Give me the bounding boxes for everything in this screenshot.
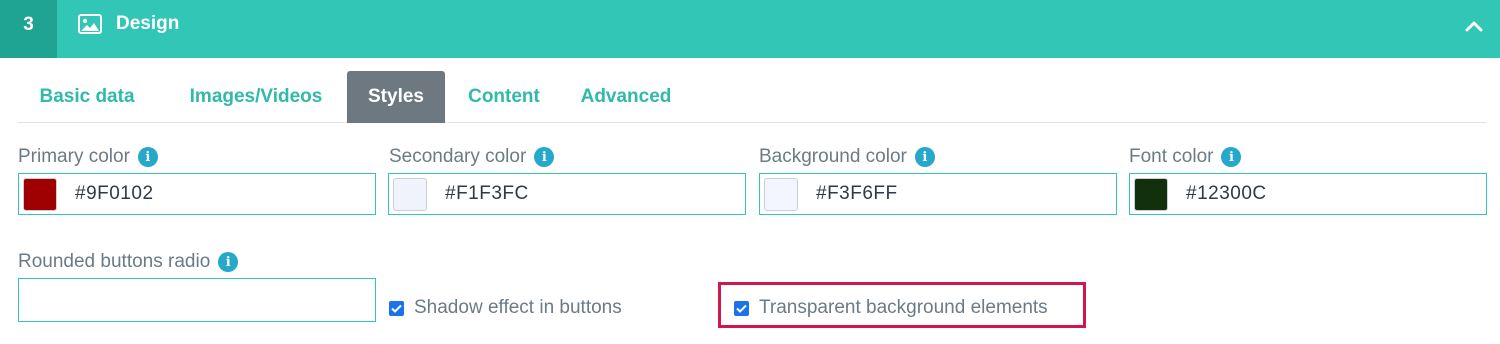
- image-icon: [78, 14, 102, 34]
- rounded-buttons-label-text: Rounded buttons radio: [18, 251, 211, 272]
- background-color-value: #F3F6FF: [816, 183, 898, 204]
- tab-styles[interactable]: Styles: [347, 71, 445, 123]
- shadow-effect-checkbox[interactable]: Shadow effect in buttons: [389, 297, 622, 319]
- info-icon[interactable]: i: [914, 147, 935, 167]
- font-color-swatch[interactable]: [1134, 178, 1168, 211]
- font-color-label-text: Font color: [1129, 146, 1214, 167]
- primary-color-label-text: Primary color: [18, 146, 130, 167]
- secondary-color-label-text: Secondary color: [389, 146, 527, 167]
- background-color-label: Background color i: [759, 146, 935, 168]
- secondary-color-input[interactable]: #F1F3FC: [388, 173, 746, 215]
- secondary-color-swatch[interactable]: [393, 178, 427, 211]
- background-color-label-text: Background color: [759, 146, 907, 167]
- checkbox-checked-icon[interactable]: [389, 300, 404, 316]
- chevron-up-icon[interactable]: [1463, 15, 1485, 37]
- rounded-buttons-input[interactable]: [18, 278, 376, 322]
- checkbox-checked-icon[interactable]: [734, 300, 749, 316]
- info-icon[interactable]: i: [218, 252, 239, 272]
- rounded-buttons-label: Rounded buttons radio i: [18, 251, 239, 273]
- step-number: 3: [0, 0, 57, 58]
- section-header[interactable]: 3 Design: [0, 0, 1500, 58]
- font-color-label: Font color i: [1129, 146, 1242, 168]
- tab-images-videos[interactable]: Images/Videos: [178, 71, 334, 123]
- transparent-background-label: Transparent background elements: [759, 297, 1048, 318]
- tab-content[interactable]: Content: [458, 71, 550, 123]
- shadow-effect-label: Shadow effect in buttons: [414, 297, 622, 318]
- primary-color-swatch[interactable]: [23, 178, 57, 211]
- background-color-input[interactable]: #F3F6FF: [759, 173, 1117, 215]
- info-icon[interactable]: i: [534, 147, 555, 167]
- tab-basic-data[interactable]: Basic data: [22, 71, 152, 123]
- primary-color-label: Primary color i: [18, 146, 158, 168]
- info-icon[interactable]: i: [137, 147, 158, 167]
- tab-bar: Basic data Images/Videos Styles Content …: [18, 71, 1486, 123]
- font-color-value: #12300C: [1186, 183, 1267, 204]
- primary-color-value: #9F0102: [75, 183, 154, 204]
- transparent-background-checkbox[interactable]: Transparent background elements: [734, 297, 1048, 319]
- primary-color-input[interactable]: #9F0102: [18, 173, 376, 215]
- secondary-color-label: Secondary color i: [389, 146, 555, 168]
- secondary-color-value: #F1F3FC: [445, 183, 529, 204]
- background-color-swatch[interactable]: [764, 178, 798, 211]
- tab-advanced[interactable]: Advanced: [573, 71, 679, 123]
- info-icon[interactable]: i: [1221, 147, 1242, 167]
- section-title: Design: [116, 13, 180, 34]
- font-color-input[interactable]: #12300C: [1129, 173, 1487, 215]
